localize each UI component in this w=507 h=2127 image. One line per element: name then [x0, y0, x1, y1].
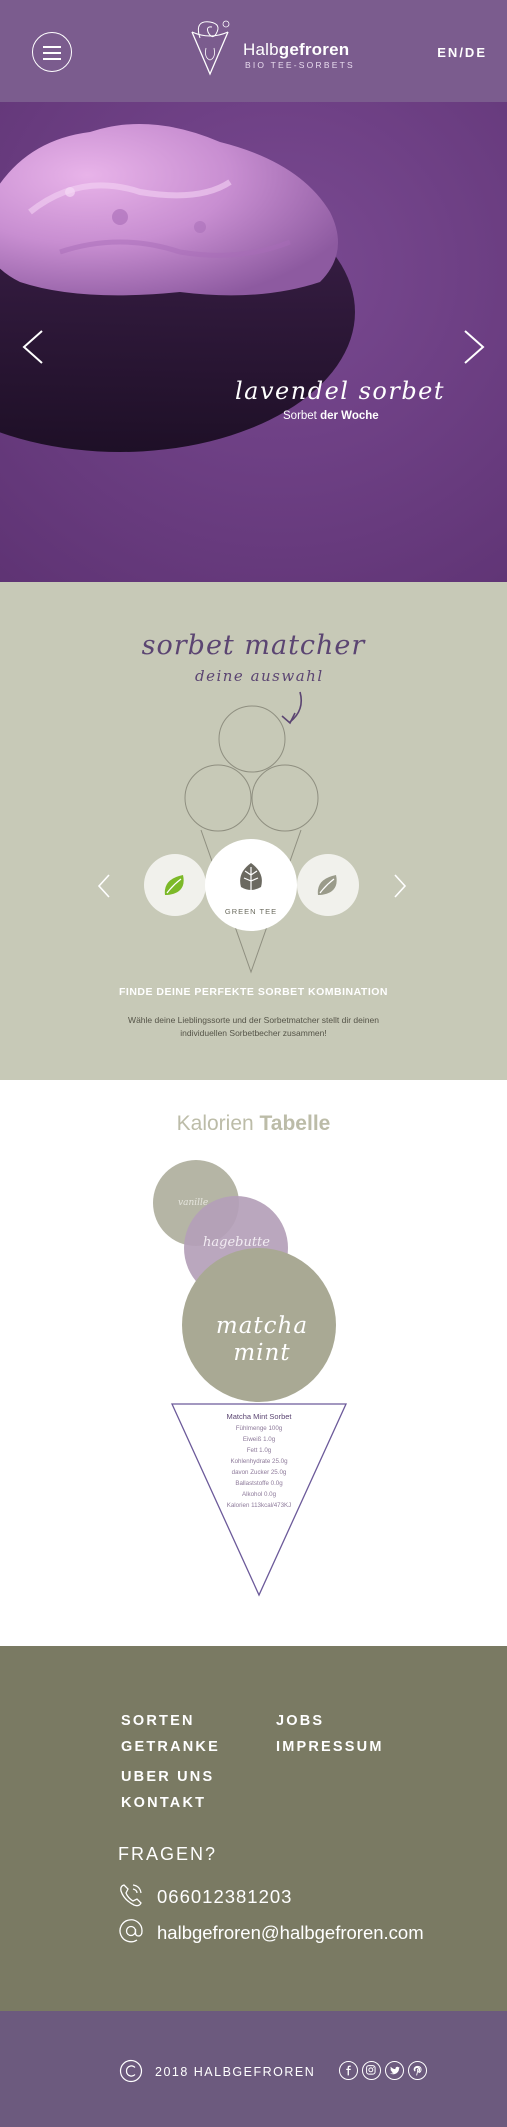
nutrition-row: Eiweiß 1.0g: [242, 1436, 276, 1443]
nutrition-row: Alkohol 0.0g: [241, 1491, 277, 1498]
instagram-icon[interactable]: [362, 2061, 381, 2080]
nutrition-title: Matcha Mint Sorbet: [226, 1412, 292, 1421]
scoop-label-hagebutte: hagebutte: [203, 1235, 270, 1250]
matcher-cta: FINDE DEINE PERFEKTE SORBET KOMBINATION: [119, 986, 388, 998]
footer-link-impressum[interactable]: IMPRESSUM: [276, 1739, 384, 1755]
chevron-left-icon[interactable]: [95, 872, 113, 900]
nutrition-row: Fühlmenge 100g: [235, 1425, 283, 1432]
scoop-label-vanille: vanille: [178, 1198, 209, 1208]
phone-number[interactable]: 066012381203: [157, 1886, 292, 1908]
matcher-description: Wähle deine Lieblingssorte und der Sorbe…: [128, 1015, 379, 1038]
footer-link-sorten[interactable]: SORTEN: [121, 1713, 195, 1729]
sorbet-matcher-section: sorbet matcher deine auswahl GREEN TEE F…: [0, 582, 507, 1080]
copyright-bar: 2018 HALBGEFROREN: [0, 2011, 507, 2127]
leaf-icon: [317, 875, 337, 895]
hamburger-menu-icon[interactable]: [32, 32, 72, 72]
pinterest-icon[interactable]: [408, 2061, 427, 2080]
nutrition-row: Kalorien 113kcal/473KJ: [226, 1502, 292, 1509]
cone-outline-graphic: [184, 691, 319, 974]
leaf-icon: [164, 875, 184, 895]
at-sign-icon: [119, 1919, 143, 1943]
hero-title: lavendel sorbet: [235, 377, 446, 405]
phone-icon: [120, 1884, 142, 1907]
hero-sorbet-image: [0, 102, 507, 582]
site-footer: SORTEN GETRANKE JOBS IMPRESSUM UBER UNS …: [0, 1646, 507, 2011]
nutrition-row: davon Zucker 25.0g: [231, 1469, 287, 1476]
selected-flavor-label: GREEN TEE: [224, 907, 278, 916]
chevron-right-icon[interactable]: [391, 872, 409, 900]
email-address[interactable]: halbgefroren@halbgefroren.com: [157, 1922, 424, 1944]
leaf-icon: [240, 863, 262, 891]
hero-subtitle: Sorbet der Woche: [283, 410, 379, 422]
logo-mark-icon: [191, 20, 230, 76]
nutrition-row: Kohlenhydrate 25.0g: [230, 1458, 288, 1465]
footer-link-kontakt[interactable]: KONTAKT: [121, 1795, 206, 1811]
chevron-left-icon[interactable]: [18, 327, 48, 367]
footer-link-uber-uns[interactable]: UBER UNS: [121, 1769, 214, 1785]
language-switch[interactable]: EN/DE: [437, 45, 487, 60]
chevron-right-icon[interactable]: [459, 327, 489, 367]
copyright-text: 2018 HALBGEFROREN: [155, 2065, 316, 2079]
faq-heading: FRAGEN?: [118, 1844, 218, 1864]
copyright-icon: [119, 2059, 143, 2083]
nutrition-row: Fett 1.0g: [246, 1447, 272, 1454]
hero-slider: lavendel sorbet Sorbet der Woche: [0, 102, 507, 582]
flavor-option-prev[interactable]: [144, 854, 206, 916]
site-header: Halbgefroren BIO TEE-SORBETS EN/DE: [0, 0, 507, 102]
flavor-option-selected[interactable]: GREEN TEE: [205, 839, 297, 931]
twitter-icon[interactable]: [385, 2061, 404, 2080]
scoop-label-matcha-mint: matcha mint: [215, 1313, 309, 1366]
brand-name: Halbgefroren: [243, 40, 350, 59]
calorie-table-section: Kalorien Tabelle vanille hagebutte match…: [0, 1080, 507, 1646]
brand-tagline: BIO TEE-SORBETS: [245, 60, 355, 70]
flavor-option-next[interactable]: [297, 854, 359, 916]
facebook-icon[interactable]: [339, 2061, 358, 2080]
footer-link-jobs[interactable]: JOBS: [276, 1713, 324, 1729]
logo[interactable]: Halbgefroren BIO TEE-SORBETS: [182, 18, 353, 78]
footer-link-getranke[interactable]: GETRANKE: [121, 1739, 220, 1755]
nutrition-table: Matcha Mint Sorbet Fühlmenge 100g Eiweiß…: [204, 1412, 314, 1511]
nutrition-row: Ballaststoffe 0.0g: [235, 1480, 283, 1487]
